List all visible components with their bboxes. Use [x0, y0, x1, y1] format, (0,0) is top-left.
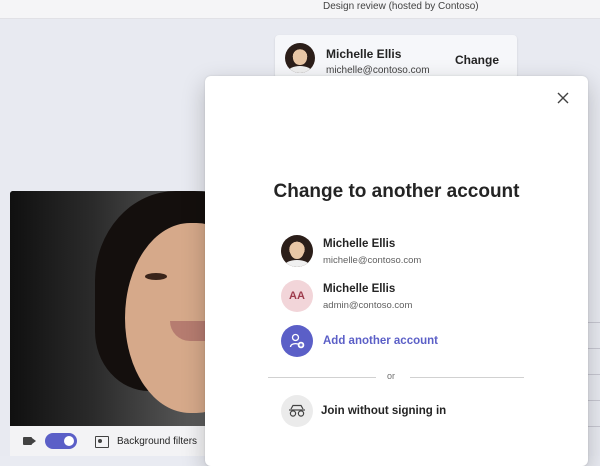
- account-name: Michelle Ellis: [323, 283, 396, 295]
- divider: [588, 374, 600, 375]
- change-account-dialog: Change to another account Michelle Ellis…: [205, 76, 588, 466]
- dialog-title: Change to another account: [273, 181, 520, 202]
- divider: [588, 322, 600, 323]
- account-email: michelle@contoso.com: [326, 65, 430, 76]
- avatar: [281, 235, 313, 267]
- divider: [588, 426, 600, 427]
- preview-controls: Background filters: [10, 426, 220, 456]
- divider-or-label: or: [387, 371, 396, 381]
- current-account-card: Michelle Ellis michelle@contoso.com Chan…: [275, 35, 517, 79]
- divider: [410, 377, 524, 378]
- divider: [588, 400, 600, 401]
- camera-icon: [23, 437, 36, 445]
- account-email: michelle@contoso.com: [323, 255, 422, 266]
- account-name: Michelle Ellis: [323, 238, 396, 250]
- glasses-icon: [281, 395, 313, 427]
- background-filter-icon[interactable]: [95, 436, 109, 448]
- video-preview: Background filters: [10, 191, 220, 456]
- account-email: admin@contoso.com: [323, 300, 413, 311]
- top-bar: Design review (hosted by Contoso): [0, 0, 600, 19]
- divider: [268, 377, 376, 378]
- avatar: AA: [281, 280, 313, 312]
- account-option[interactable]: AA Michelle Ellis admin@contoso.com: [281, 280, 531, 314]
- divider: [588, 348, 600, 349]
- join-without-signing-in-label: Join without signing in: [321, 405, 447, 417]
- account-option[interactable]: Michelle Ellis michelle@contoso.com: [281, 235, 531, 269]
- add-account-button[interactable]: Add another account: [281, 325, 531, 359]
- avatar: [285, 43, 315, 73]
- change-account-button[interactable]: Change: [455, 53, 499, 67]
- camera-toggle[interactable]: [45, 433, 77, 449]
- meeting-title: Design review (hosted by Contoso): [323, 1, 479, 12]
- account-name: Michelle Ellis: [326, 47, 402, 61]
- close-icon[interactable]: [556, 91, 570, 105]
- background-filters-button[interactable]: Background filters: [117, 436, 197, 447]
- join-without-signing-in-button[interactable]: Join without signing in: [281, 395, 531, 429]
- camera-feed: [10, 191, 220, 426]
- add-account-label: Add another account: [323, 335, 439, 347]
- add-person-icon: [281, 325, 313, 357]
